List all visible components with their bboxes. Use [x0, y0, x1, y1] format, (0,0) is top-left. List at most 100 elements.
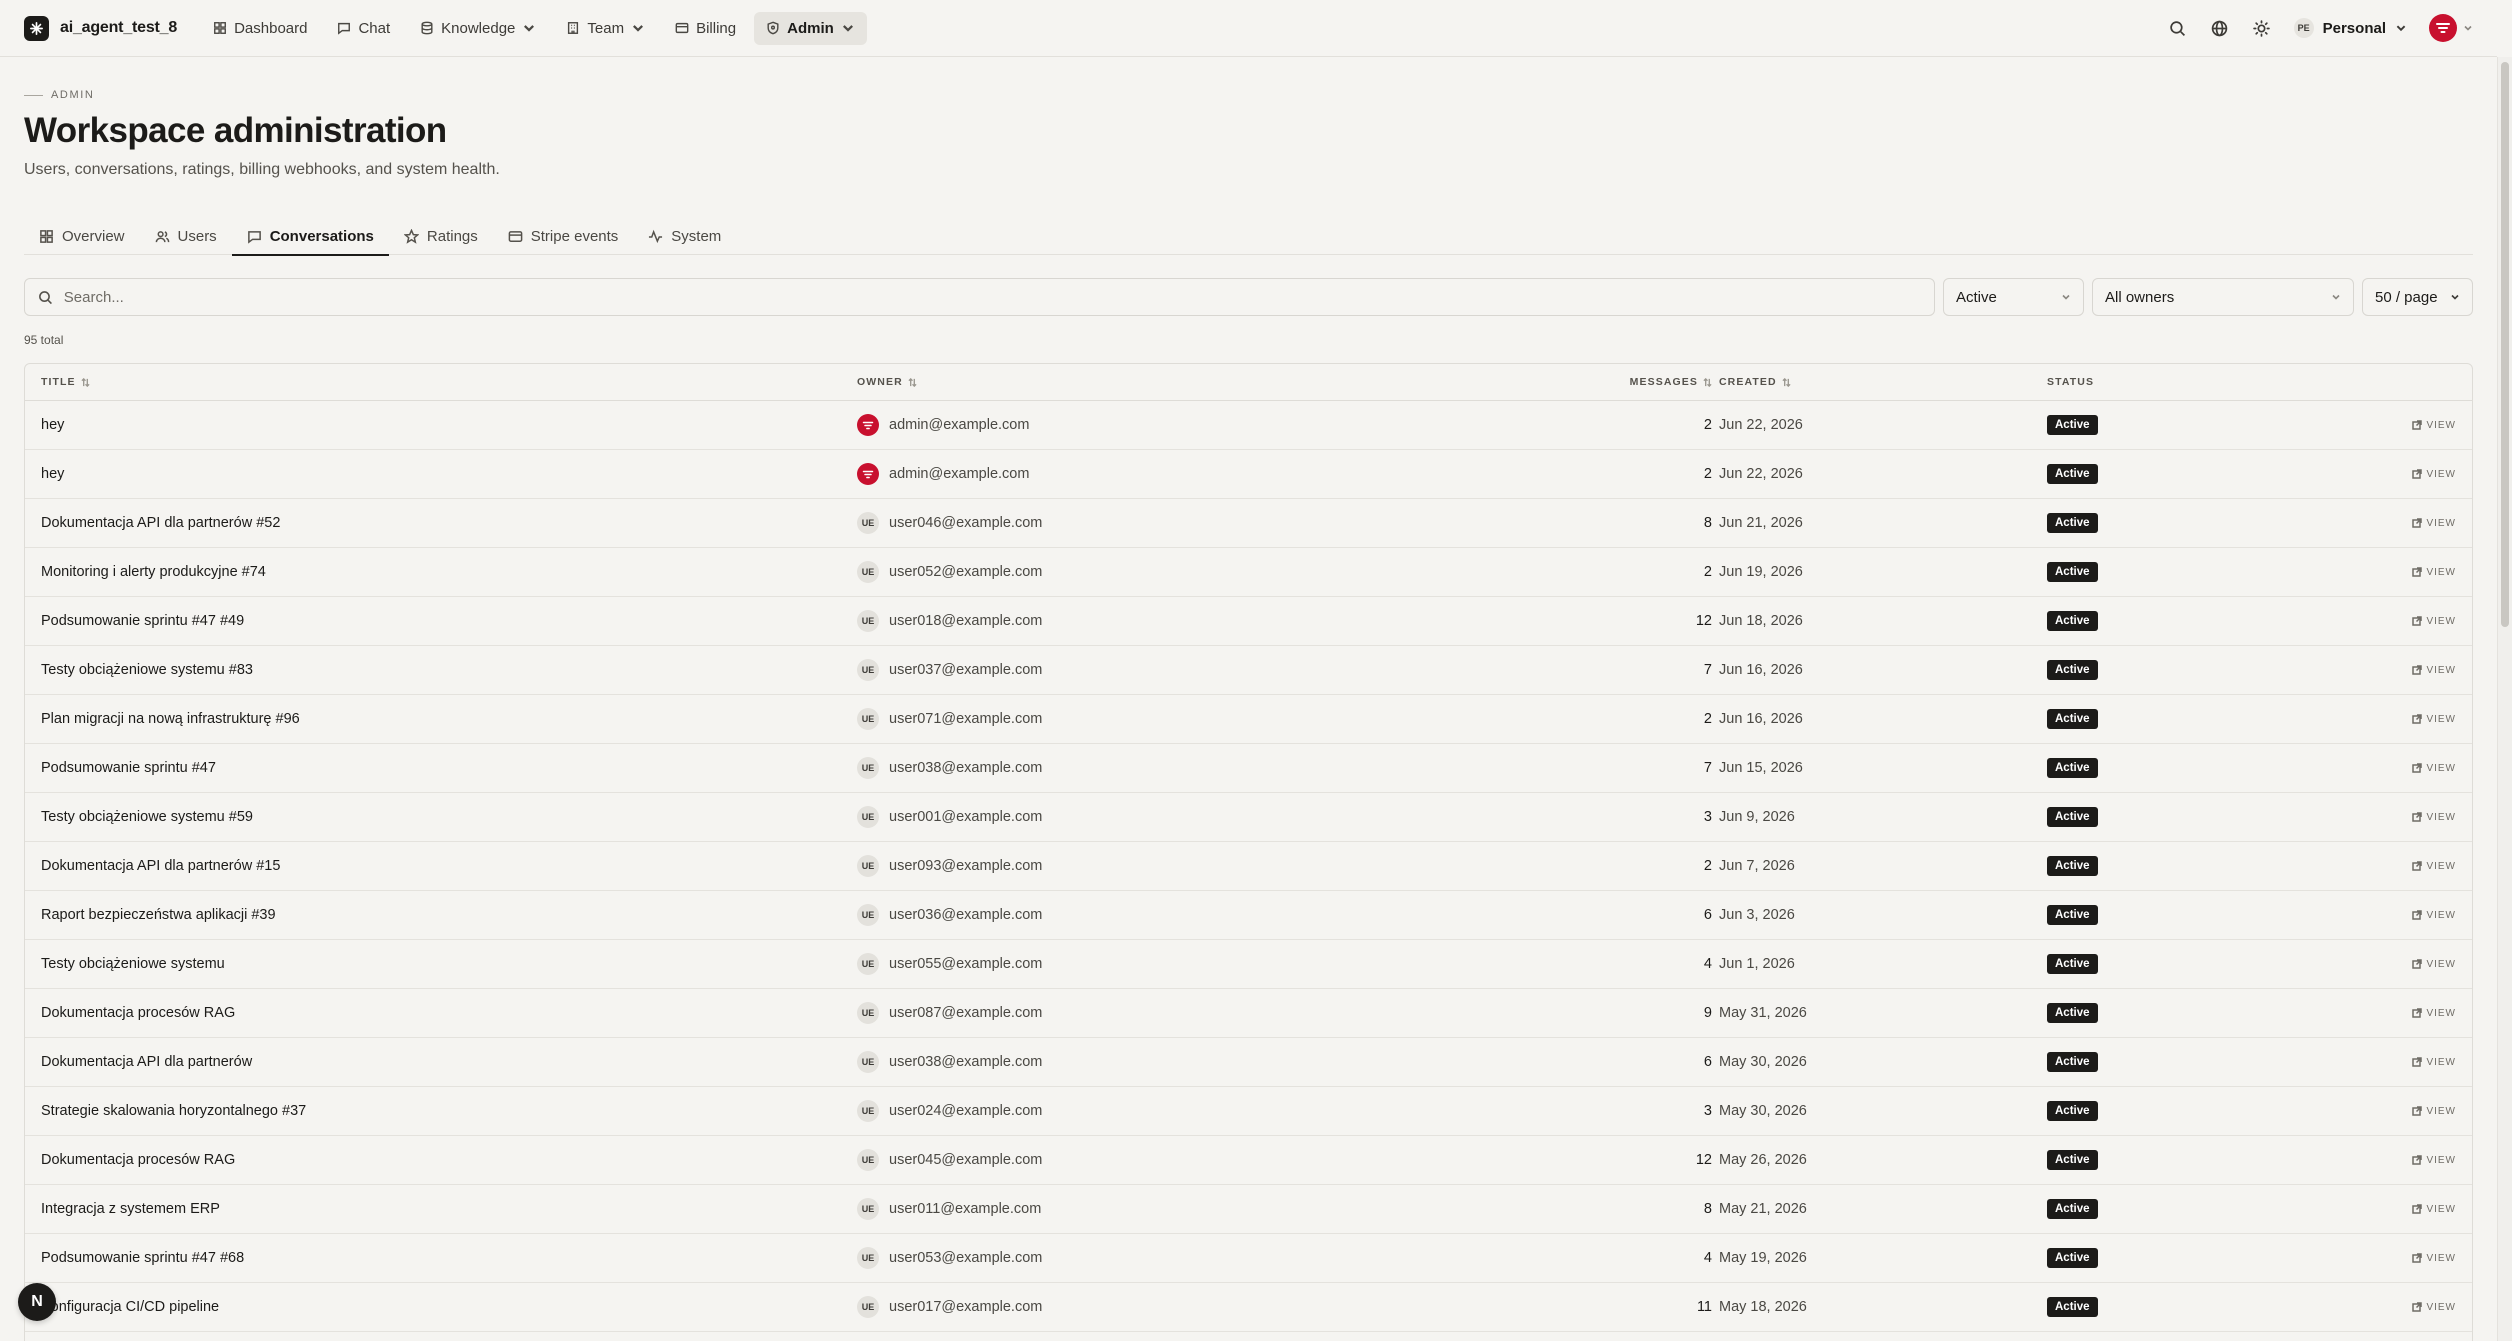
status-cell: Active: [2047, 709, 2098, 729]
status-badge: Active: [2047, 513, 2098, 533]
conversation-title[interactable]: Dokumentacja API dla partnerów #52: [41, 515, 280, 531]
user-menu[interactable]: [2429, 14, 2473, 42]
conversation-title[interactable]: Plan migracji na nową infrastrukturę #96: [41, 711, 300, 727]
globe-icon[interactable]: [2210, 18, 2230, 38]
external-link-icon: [2412, 1106, 2423, 1116]
card-icon: [675, 21, 689, 35]
view-button[interactable]: VIEW: [2412, 812, 2456, 823]
owner-avatar: UE: [857, 1247, 879, 1269]
floating-action-button[interactable]: N: [18, 1283, 56, 1321]
column-header-created[interactable]: CREATED: [1719, 376, 1791, 388]
conversation-title[interactable]: Dokumentacja API dla partnerów: [41, 1054, 252, 1070]
table-row[interactable]: Podsumowanie sprintu #47 #49 UE user018@ex…: [25, 597, 2472, 646]
view-button[interactable]: VIEW: [2412, 567, 2456, 578]
sun-icon[interactable]: [2252, 18, 2272, 38]
table-row[interactable]: hey admin@example.com 2 Jun 22, 2026 Active V…: [25, 450, 2472, 499]
owner-cell: UE user053@example.com: [857, 1247, 1042, 1269]
conversation-title[interactable]: hey: [41, 417, 64, 433]
view-button[interactable]: VIEW: [2412, 1155, 2456, 1166]
view-button[interactable]: VIEW: [2412, 420, 2456, 431]
tab-overview[interactable]: Overview: [24, 218, 140, 255]
column-header-title[interactable]: TITLE: [41, 376, 90, 388]
conversation-title[interactable]: Strategie skalowania horyzontalnego #37: [41, 1103, 306, 1119]
nav-item-dashboard[interactable]: Dashboard: [201, 12, 319, 45]
table-row[interactable]: Testy obciążeniowe systemu #59 UE user001@…: [25, 793, 2472, 842]
brand[interactable]: ai_agent_test_8: [24, 15, 177, 41]
chevron-down-icon: [2464, 25, 2472, 31]
page-size-select[interactable]: 50 / page: [2362, 278, 2473, 316]
view-button[interactable]: VIEW: [2412, 1204, 2456, 1215]
table-row[interactable]: Dokumentacja API dla partnerów UE user038@…: [25, 1038, 2472, 1087]
view-button[interactable]: VIEW: [2412, 518, 2456, 529]
view-button[interactable]: VIEW: [2412, 1106, 2456, 1117]
view-button[interactable]: VIEW: [2412, 616, 2456, 627]
tab-conversations[interactable]: Conversations: [231, 218, 390, 256]
nav-item-chat[interactable]: Chat: [325, 12, 402, 45]
view-button[interactable]: VIEW: [2412, 1057, 2456, 1068]
view-button[interactable]: VIEW: [2412, 469, 2456, 480]
conversation-title[interactable]: Testy obciążeniowe systemu #59: [41, 809, 253, 825]
table-row[interactable]: Dokumentacja procesów RAG UE user045@examp…: [25, 1136, 2472, 1185]
tab-users[interactable]: Users: [140, 218, 232, 255]
column-header-messages[interactable]: MESSAGES: [1545, 376, 1712, 388]
view-button[interactable]: VIEW: [2412, 714, 2456, 725]
conversation-title[interactable]: Podsumowanie sprintu #47: [41, 760, 216, 776]
table-row[interactable]: hey admin@example.com 2 Jun 22, 2026 Active V…: [25, 401, 2472, 450]
tab-label: Stripe events: [530, 228, 619, 245]
table-row[interactable]: Strategie skalowania horyzontalnego #37 U…: [25, 1087, 2472, 1136]
conversation-title[interactable]: Dokumentacja procesów RAG: [41, 1005, 235, 1021]
view-button[interactable]: VIEW: [2412, 959, 2456, 970]
view-button[interactable]: VIEW: [2412, 861, 2456, 872]
conversation-title[interactable]: Integracja z systemem ERP: [41, 1201, 220, 1217]
table-row[interactable]: Konfiguracja CI/CD pipeline UE user017@exa…: [25, 1283, 2472, 1332]
tab-ratings[interactable]: Ratings: [389, 218, 493, 255]
nav-item-billing[interactable]: Billing: [663, 12, 748, 45]
table-row[interactable]: Integracja z systemem ERP UE user011@examp…: [25, 1185, 2472, 1234]
view-button[interactable]: VIEW: [2412, 665, 2456, 676]
table-row[interactable]: Raport bezpieczeństwa aplikacji #39 UE use…: [25, 891, 2472, 940]
owner-cell: UE user052@example.com: [857, 561, 1042, 583]
conversation-title[interactable]: Dokumentacja API dla partnerów #15: [41, 858, 280, 874]
column-header-owner[interactable]: OWNER: [857, 376, 917, 388]
conversation-title[interactable]: Konfiguracja CI/CD pipeline: [41, 1299, 219, 1315]
search-input[interactable]: [63, 288, 1921, 306]
owner-filter-select[interactable]: All owners: [2092, 278, 2354, 316]
table-row[interactable]: Dokumentacja API dla partnerów #52 UE user…: [25, 499, 2472, 548]
conversation-title[interactable]: hey: [41, 466, 64, 482]
view-button[interactable]: VIEW: [2412, 1253, 2456, 1264]
conversation-title[interactable]: Testy obciążeniowe systemu: [41, 956, 225, 972]
nav-item-knowledge[interactable]: Knowledge: [408, 12, 548, 45]
view-label: VIEW: [2426, 713, 2456, 725]
message-count: 9: [1703, 1005, 1712, 1021]
view-button[interactable]: VIEW: [2412, 910, 2456, 921]
view-button[interactable]: VIEW: [2412, 1008, 2456, 1019]
scrollbar-thumb[interactable]: [2501, 62, 2509, 627]
search-icon[interactable]: [2168, 18, 2188, 38]
table-row[interactable]: Testy obciążeniowe systemu UE user055@exam…: [25, 940, 2472, 989]
table-row[interactable]: Podsumowanie sprintu #47 UE user038@exampl…: [25, 744, 2472, 793]
status-filter-select[interactable]: Active: [1943, 278, 2084, 316]
conversation-title[interactable]: Testy obciążeniowe systemu #83: [41, 662, 253, 678]
conversation-title[interactable]: Monitoring i alerty produkcyjne #74: [41, 564, 266, 580]
view-button[interactable]: VIEW: [2412, 1302, 2456, 1313]
conversation-title[interactable]: Podsumowanie sprintu #47 #49: [41, 613, 244, 629]
tab-system[interactable]: System: [633, 218, 736, 255]
page-scrollbar[interactable]: [2497, 57, 2512, 1341]
workspace-switcher[interactable]: PE Personal: [2293, 18, 2407, 38]
table-row[interactable]: Testy obciążeniowe systemu #83 UE user037@…: [25, 646, 2472, 695]
table-row[interactable]: Monitoring i alerty produkcyjne #74 UE use…: [25, 548, 2472, 597]
conversation-title[interactable]: Podsumowanie sprintu #47 #68: [41, 1250, 244, 1266]
external-link-icon: [2412, 616, 2423, 626]
nav-item-admin[interactable]: Admin: [754, 11, 867, 45]
tab-stripe-events[interactable]: Stripe events: [493, 218, 634, 255]
message-count: 2: [1703, 711, 1712, 727]
conversation-title[interactable]: Dokumentacja procesów RAG: [41, 1152, 235, 1168]
table-row[interactable]: Dokumentacja procesów RAG UE user087@examp…: [25, 989, 2472, 1038]
table-row[interactable]: Dokumentacja API dla partnerów #15 UE user…: [25, 842, 2472, 891]
table-row[interactable]: Plan migracji na nową infrastrukturę #96…: [25, 695, 2472, 744]
nav-item-team[interactable]: Team: [554, 12, 657, 45]
table-row[interactable]: Podsumowanie sprintu #47 #68 UE user053@ex…: [25, 1234, 2472, 1283]
conversation-title[interactable]: Raport bezpieczeństwa aplikacji #39: [41, 907, 276, 923]
view-button[interactable]: VIEW: [2412, 763, 2456, 774]
search-box[interactable]: [24, 278, 1935, 316]
